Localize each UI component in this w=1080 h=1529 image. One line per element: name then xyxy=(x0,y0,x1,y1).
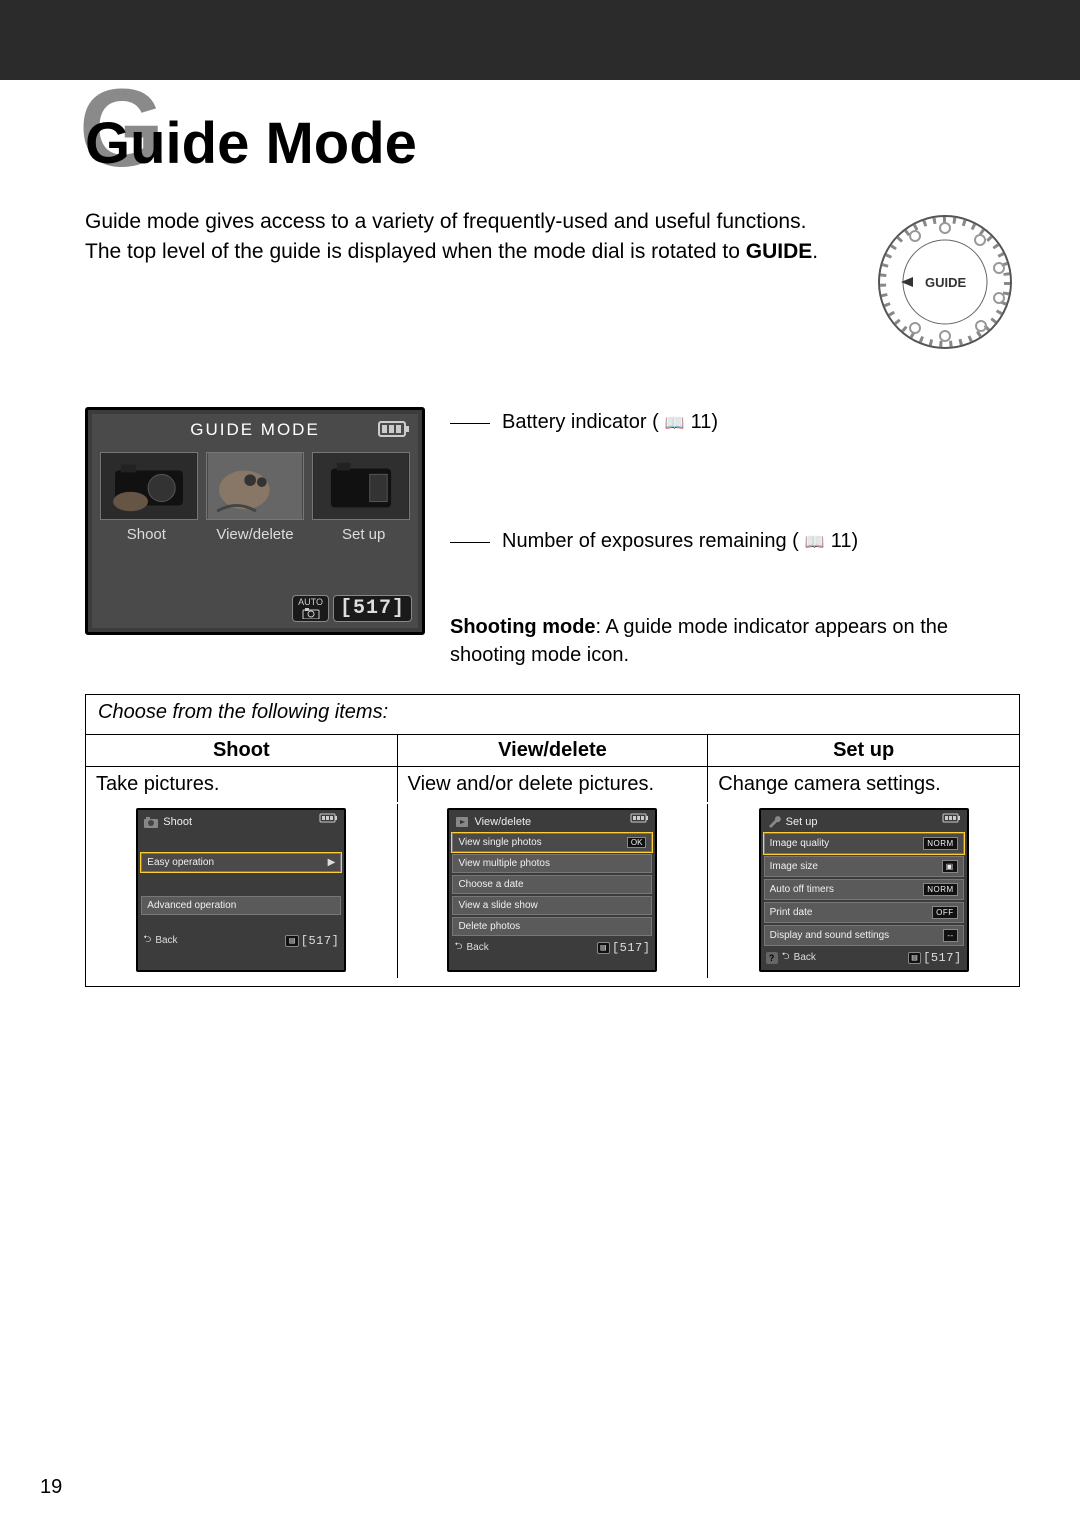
col-header-setup: Set up xyxy=(708,735,1019,766)
back-icon: ⮌ xyxy=(143,932,151,949)
items-table: Choose from the following items: Shoot V… xyxy=(85,694,1020,987)
setup-item-autooff: Auto off timersNORM xyxy=(764,879,964,900)
svg-text:GUIDE: GUIDE xyxy=(925,275,967,290)
sub-screen-viewdelete: View/delete View single photosOK View mu… xyxy=(447,808,657,972)
choose-items-line: Choose from the following items: xyxy=(86,695,1019,734)
view-item-multiple: View multiple photos xyxy=(452,854,652,873)
shoot-thumbnail xyxy=(100,452,198,520)
back-icon: ⮌ xyxy=(782,949,790,966)
col-desc-shoot: Take pictures. xyxy=(86,767,398,802)
exposures-counter: [517] xyxy=(333,595,412,622)
battery-icon xyxy=(630,813,650,823)
camera-icon xyxy=(143,815,159,829)
page-title: Guide Mode xyxy=(85,110,1020,177)
page-ref-icon: 📖 xyxy=(665,413,685,433)
help-icon: ? xyxy=(766,952,778,964)
view-item-slideshow: View a slide show xyxy=(452,896,652,915)
sd-icon: ▤ xyxy=(597,942,610,954)
intro-paragraph: Guide mode gives access to a variety of … xyxy=(85,207,840,357)
page-ref-icon: 📖 xyxy=(805,532,825,552)
playback-icon xyxy=(454,815,470,829)
sub-screen-shoot: Shoot Easy operation▶ Advanced operation… xyxy=(136,808,346,972)
lcd-screenshot: GUIDE MODE xyxy=(85,407,425,635)
viewdelete-thumbnail xyxy=(206,452,304,520)
sub-screen-setup: Set up Image qualityNORM Image size▣ Aut… xyxy=(759,808,969,972)
page-number: 19 xyxy=(40,1476,62,1499)
view-item-delete: Delete photos xyxy=(452,917,652,936)
col-desc-setup: Change camera settings. xyxy=(708,767,1019,802)
sd-icon: ▤ xyxy=(908,952,921,964)
lcd-tab-viewdelete: View/delete xyxy=(201,526,310,543)
back-label: Back xyxy=(155,935,177,946)
shoot-screen-title: Shoot xyxy=(163,816,192,828)
col-header-viewdelete: View/delete xyxy=(398,735,709,766)
sd-icon: ▤ xyxy=(285,935,298,947)
shooting-mode-icon: AUTO xyxy=(292,595,329,622)
lcd-tab-labels: Shoot View/delete Set up xyxy=(92,524,418,555)
viewdelete-screen-title: View/delete xyxy=(474,816,531,828)
ok-badge: OK xyxy=(627,837,647,848)
setup-item-quality: Image qualityNORM xyxy=(764,833,964,854)
page-title-block: G Guide Mode xyxy=(85,110,1020,177)
setup-screen-title: Set up xyxy=(786,816,818,828)
back-icon: ⮌ xyxy=(454,939,462,956)
mode-dial-illustration: GUIDE xyxy=(870,207,1020,357)
wrench-icon xyxy=(766,815,782,829)
battery-icon xyxy=(942,813,962,823)
view-item-date: Choose a date xyxy=(452,875,652,894)
battery-annotation: Battery indicator (📖 11) xyxy=(450,411,1020,434)
col-desc-viewdelete: View and/or delete pictures. xyxy=(398,767,709,802)
setup-item-printdate: Print dateOFF xyxy=(764,902,964,923)
lcd-title: GUIDE MODE xyxy=(190,420,320,440)
lcd-tab-shoot: Shoot xyxy=(92,526,201,543)
battery-icon xyxy=(319,813,339,823)
shoot-item-advanced: Advanced operation xyxy=(141,896,341,915)
lcd-tab-setup: Set up xyxy=(309,526,418,543)
intro-bold-guide: GUIDE xyxy=(746,240,813,263)
setup-item-size: Image size▣ xyxy=(764,856,964,877)
intro-text-2: . xyxy=(812,240,818,263)
setup-thumbnail xyxy=(312,452,410,520)
setup-item-display-sound: Display and sound settings-- xyxy=(764,925,964,946)
view-item-single: View single photosOK xyxy=(452,833,652,852)
exposures-annotation: Number of exposures remaining (📖 11) xyxy=(450,530,1020,553)
shooting-mode-annotation: Shooting mode: A guide mode indicator ap… xyxy=(450,613,1020,669)
back-label: Back xyxy=(466,942,488,953)
size-large-icon: ▣ xyxy=(942,860,958,873)
chevron-right-icon: ▶ xyxy=(328,857,336,868)
back-label: Back xyxy=(794,952,816,963)
shoot-item-easy: Easy operation▶ xyxy=(141,853,341,872)
battery-icon xyxy=(378,420,412,438)
mode-dial-icon: GUIDE xyxy=(875,212,1015,352)
intro-text-1: Guide mode gives access to a variety of … xyxy=(85,210,806,263)
col-header-shoot: Shoot xyxy=(86,735,398,766)
